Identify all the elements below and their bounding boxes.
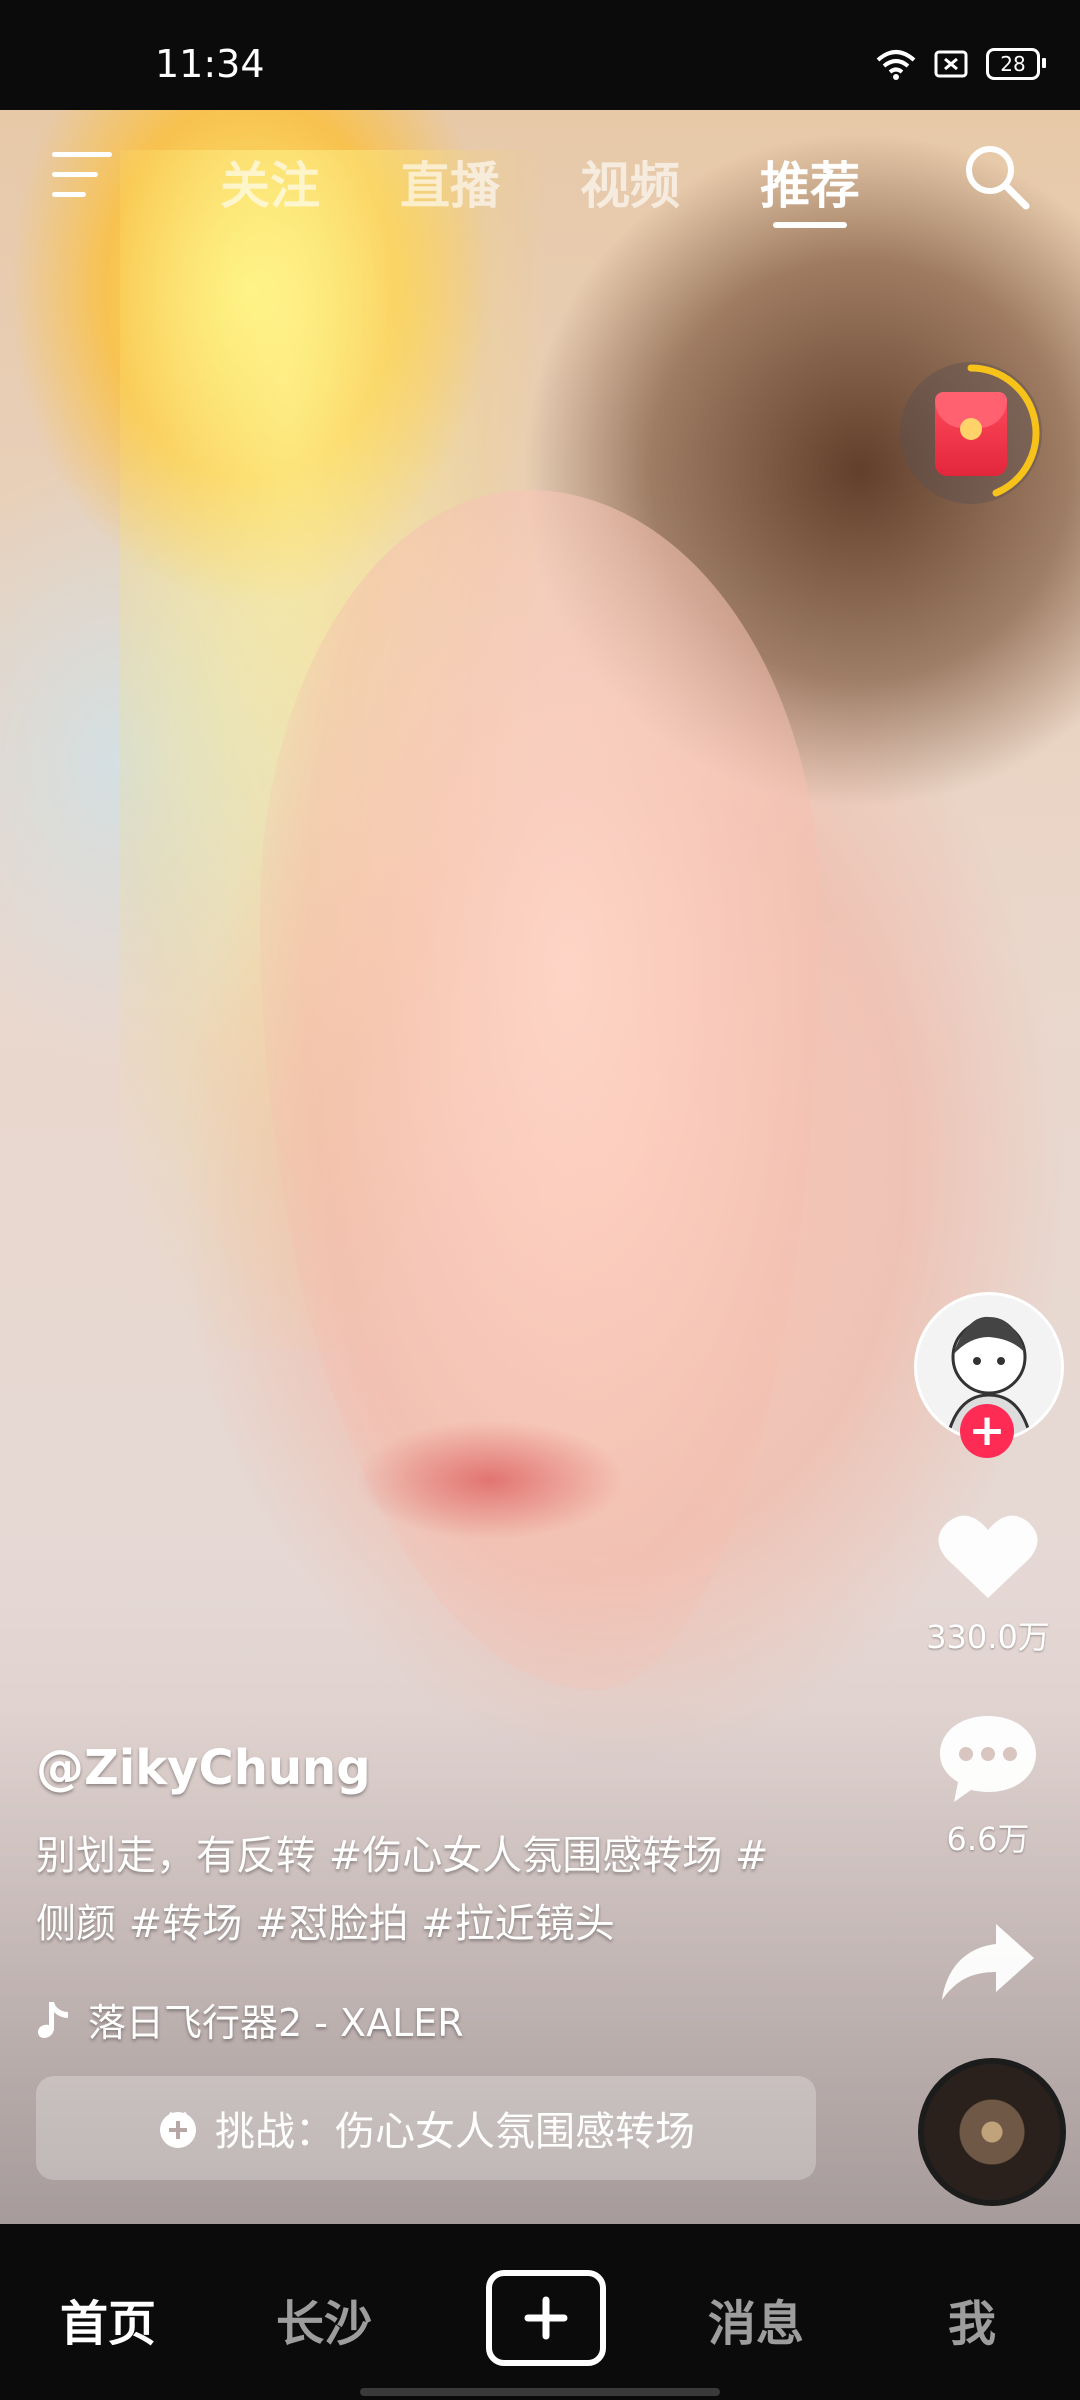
top-nav: [0, 110, 1080, 250]
challenge-text: 挑战：伤心女人氛围感转场: [215, 2109, 695, 2155]
create-button[interactable]: [486, 2270, 606, 2366]
red-packet-widget[interactable]: [900, 362, 1042, 504]
share-button[interactable]: [900, 1920, 1076, 2008]
tab-video[interactable]: 视频: [580, 146, 680, 218]
wifi-icon: [876, 50, 916, 80]
active-tab-indicator: [773, 222, 847, 228]
battery-icon: 28: [986, 48, 1046, 80]
video-description[interactable]: 别划走，有反转 #伤心女人氛围感转场 #侧颜 #转场 #怼脸拍 #拉近镜头: [36, 1822, 776, 1958]
plus-icon: [524, 2296, 568, 2340]
battery-level: 28: [1000, 52, 1026, 76]
status-bar: 11:34 28: [0, 0, 1080, 110]
comment-button[interactable]: 6.6万: [900, 1712, 1076, 1860]
status-icons: 28: [876, 48, 1046, 80]
bottom-nav: 首页 长沙 消息 我: [0, 2224, 1080, 2400]
menu-icon[interactable]: [52, 152, 112, 202]
search-icon[interactable]: [962, 142, 1032, 212]
challenge-banner[interactable]: 挑战：伤心女人氛围感转场: [36, 2076, 816, 2180]
share-icon: [942, 1924, 1034, 2000]
nav-me[interactable]: 我: [948, 2284, 996, 2354]
home-indicator: [360, 2388, 720, 2396]
challenge-icon: [160, 2111, 196, 2148]
comment-icon: [940, 1716, 1036, 1802]
tab-following[interactable]: 关注: [220, 146, 320, 218]
comment-count: 6.6万: [946, 1820, 1030, 1858]
tab-recommend[interactable]: 推荐: [760, 146, 860, 218]
tab-live[interactable]: 直播: [400, 146, 500, 218]
sim-icon: [934, 50, 968, 78]
like-count: 330.0万: [926, 1618, 1050, 1656]
author-name[interactable]: @ZikyChung: [36, 1740, 371, 1796]
like-button[interactable]: 330.0万: [900, 1510, 1076, 1658]
music-disc[interactable]: [918, 2058, 1066, 2206]
status-time: 11:34: [155, 42, 265, 86]
music-title: 落日飞行器2 - XALER: [88, 2001, 464, 2045]
nav-home[interactable]: 首页: [60, 2284, 156, 2354]
video-lips: [355, 1420, 625, 1540]
nav-messages[interactable]: 消息: [708, 2284, 804, 2354]
red-packet-icon: [935, 392, 1007, 476]
follow-plus-button[interactable]: +: [960, 1404, 1014, 1458]
nav-city[interactable]: 长沙: [276, 2284, 372, 2354]
heart-icon: [938, 1515, 1038, 1598]
music-info[interactable]: 落日飞行器2 - XALER: [36, 1992, 464, 2047]
music-note-icon: [38, 2001, 68, 2038]
